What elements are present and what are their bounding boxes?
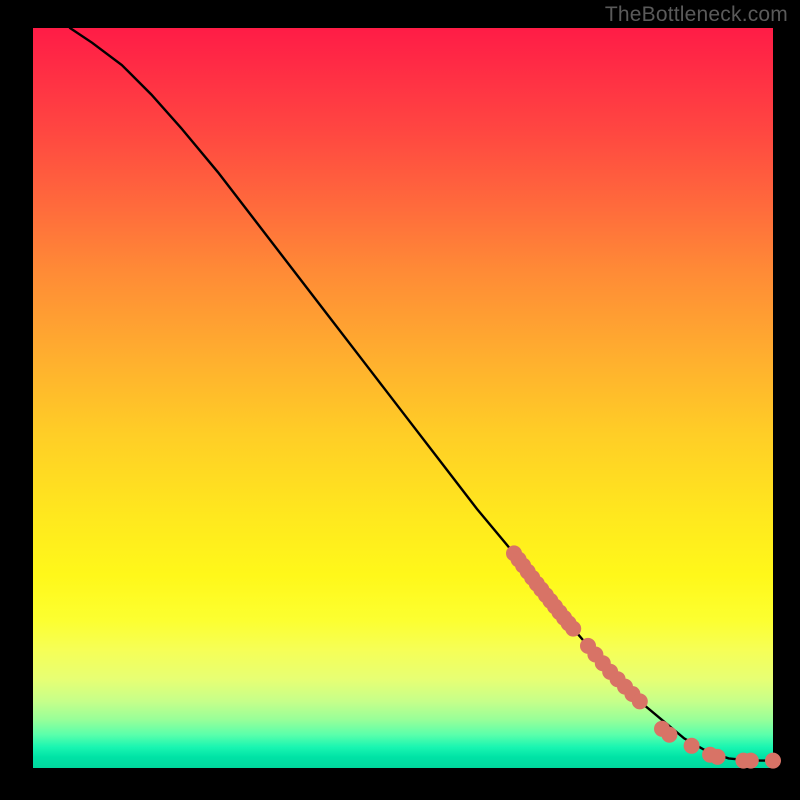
data-point: [743, 753, 759, 769]
data-point: [684, 738, 700, 754]
data-point: [565, 621, 581, 637]
data-point: [765, 753, 781, 769]
data-markers: [506, 545, 781, 768]
bottleneck-curve: [70, 28, 773, 761]
watermark-text: TheBottleneck.com: [605, 3, 788, 27]
data-point: [632, 693, 648, 709]
data-point: [661, 727, 677, 743]
plot-area: [33, 28, 773, 768]
curve-svg: [33, 28, 773, 768]
chart-frame: TheBottleneck.com: [0, 0, 800, 800]
data-point: [710, 749, 726, 765]
